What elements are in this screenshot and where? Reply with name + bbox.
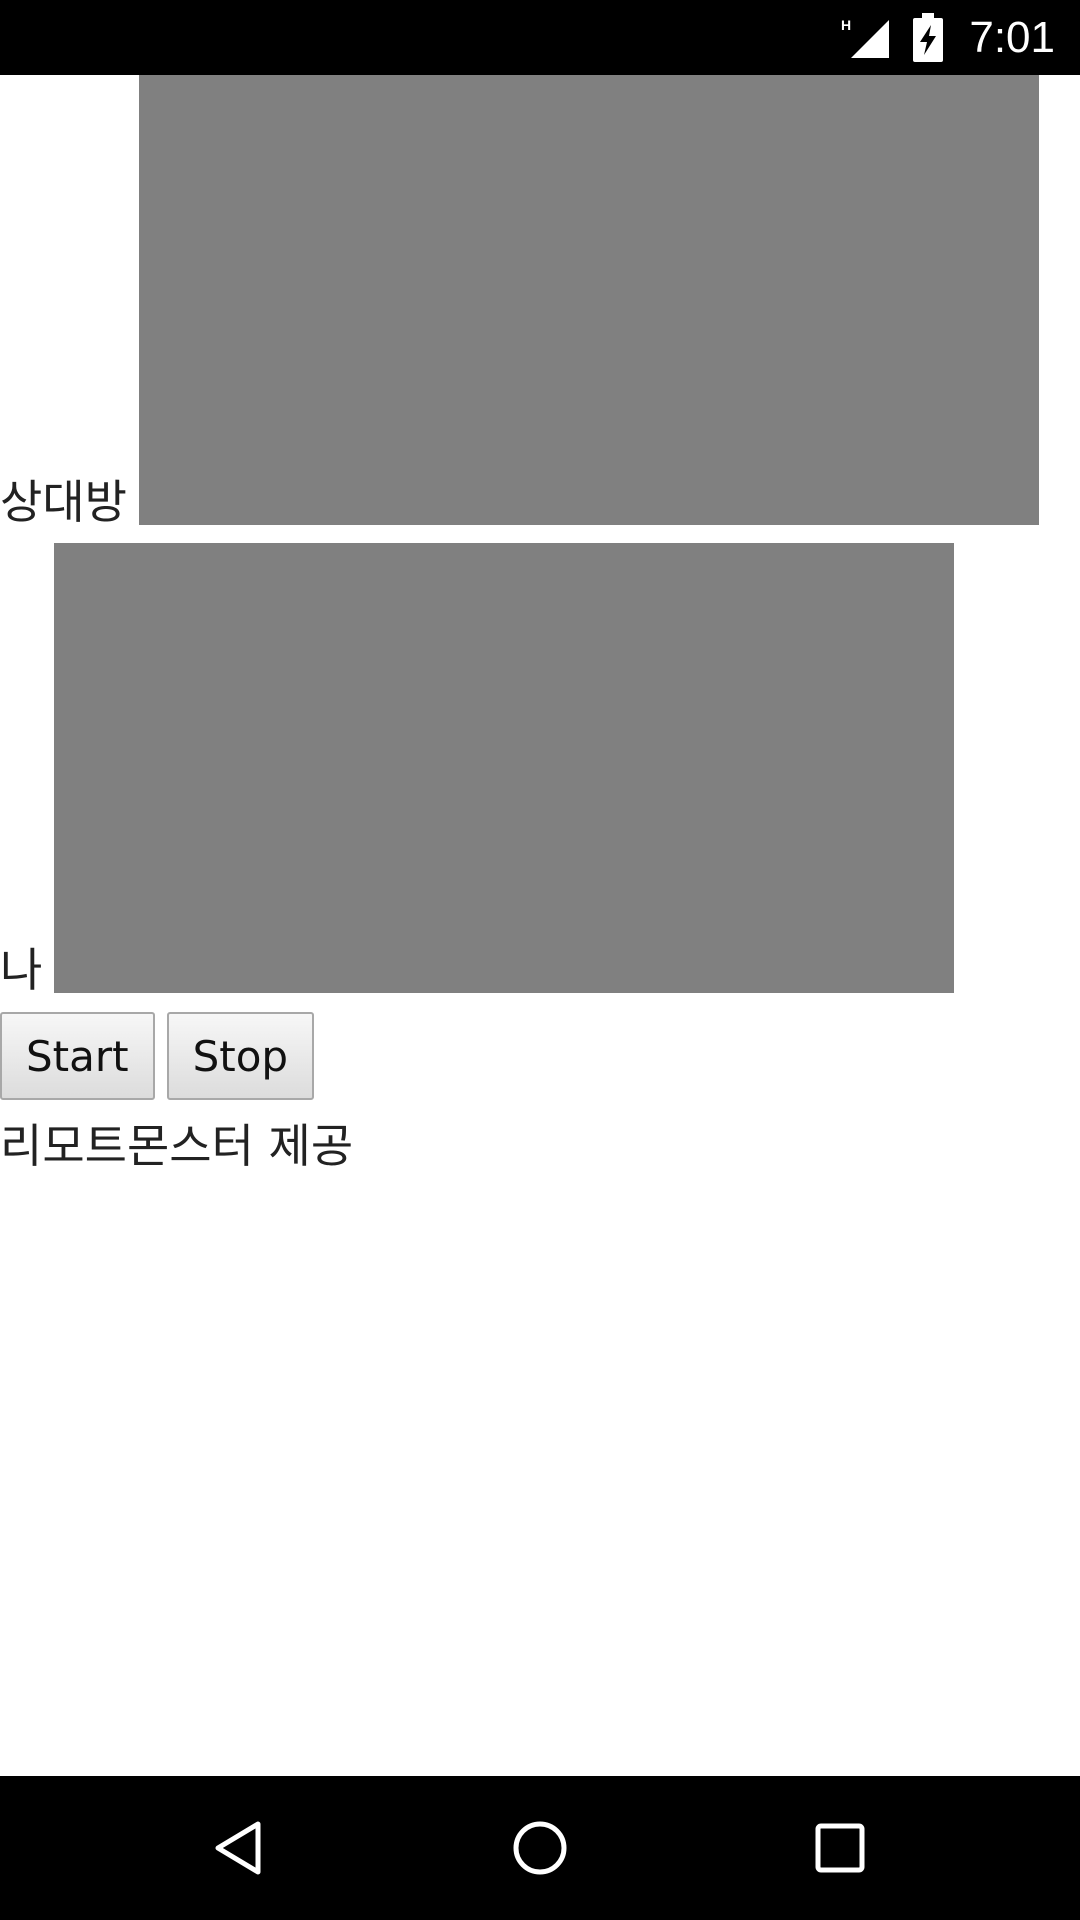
back-button[interactable]	[180, 1776, 300, 1920]
credit-text: 리모트몬스터 제공	[0, 1119, 354, 1173]
start-button[interactable]: Start	[0, 1012, 155, 1100]
signal-icon: H	[841, 17, 890, 58]
back-icon	[215, 1821, 261, 1875]
stop-button[interactable]: Stop	[166, 1012, 315, 1100]
local-video-row: 나	[0, 543, 955, 997]
clock: 7:01	[969, 12, 1055, 62]
battery-charging-icon	[913, 12, 944, 62]
navigation-bar	[0, 1776, 1080, 1920]
recents-button[interactable]	[780, 1776, 900, 1920]
network-type-label: H	[841, 17, 851, 33]
remote-video-label: 상대방	[0, 475, 127, 529]
status-icons: H 7:01	[841, 0, 1055, 75]
remote-video-row: 상대방	[0, 75, 1039, 525]
home-icon	[513, 1821, 567, 1875]
local-video-view	[54, 543, 955, 993]
remote-video-view	[138, 75, 1039, 525]
status-bar: H 7:01	[0, 0, 1080, 75]
home-button[interactable]	[480, 1776, 600, 1920]
main-content: 상대방 나 Start Stop 리모트몬스터 제공	[0, 75, 1080, 1775]
call-controls: Start Stop	[0, 1012, 326, 1100]
local-video-label: 나	[0, 943, 43, 997]
recents-icon	[815, 1823, 865, 1873]
